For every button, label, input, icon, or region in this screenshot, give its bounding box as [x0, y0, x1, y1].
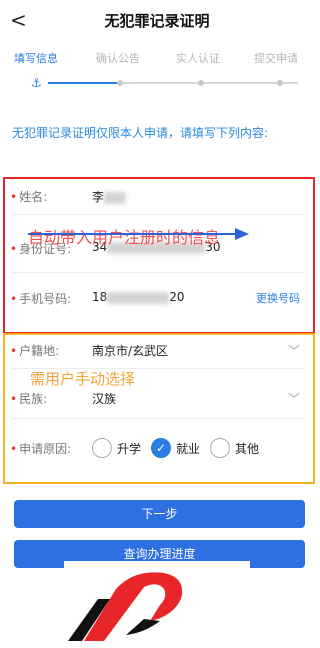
top-bar: < 无犯罪记录证明 [0, 0, 314, 40]
step-submit: 提交申请 [254, 52, 298, 65]
auto-fill-annotation: 自动带入用户注册时的信息 [28, 228, 221, 247]
reason-label: • 申请原因: [10, 442, 72, 456]
arrow-right-icon [235, 228, 249, 240]
current-step-marker-icon: ⚓ [31, 76, 42, 90]
household-value[interactable]: 南京市/玄武区 [92, 342, 168, 359]
name-label: • 姓名: [10, 190, 48, 204]
step-track-active [48, 82, 118, 84]
divider [12, 418, 306, 419]
brand-logo-icon [68, 572, 183, 641]
manual-select-annotation: 需用户手动选择 [30, 370, 136, 388]
step-identity-verify: 实人认证 [176, 52, 220, 65]
divider [12, 272, 306, 273]
step-dot [198, 80, 204, 86]
step-dot [117, 80, 123, 86]
step-track-inactive [118, 82, 298, 84]
notice-text: 无犯罪记录证明仅限本人申请，请填写下列内容: [12, 126, 269, 140]
phone-value: 18 20 [92, 290, 185, 304]
phone-label: • 手机号码: [10, 292, 72, 306]
step-dot [277, 80, 283, 86]
next-button[interactable]: 下一步 [14, 500, 305, 528]
page-title: 无犯罪记录证明 [104, 12, 210, 30]
chevron-down-icon[interactable]: ﹀ [288, 342, 300, 359]
divider [12, 214, 306, 215]
change-phone-link[interactable]: 更换号码 [256, 290, 300, 306]
radio-employment-checked[interactable]: ✓ [151, 438, 171, 458]
check-icon: ✓ [155, 441, 167, 455]
step-fill-info[interactable]: 填写信息 [14, 50, 58, 66]
radio-employment-label[interactable]: 就业 [176, 440, 200, 457]
name-value: 李 [92, 188, 127, 205]
radio-other[interactable] [210, 438, 230, 458]
ethnicity-value[interactable]: 汉族 [92, 390, 116, 407]
logo-area [64, 561, 250, 644]
ethnicity-label: • 民族: [10, 392, 48, 406]
radio-other-label[interactable]: 其他 [235, 440, 259, 457]
radio-study[interactable] [92, 438, 112, 458]
chevron-down-icon[interactable]: ﹀ [288, 390, 300, 407]
step-indicator: 填写信息 确认公告 实人认证 提交申请 [0, 44, 314, 74]
household-label: • 户籍地: [10, 344, 60, 358]
annotation-arrow-line [28, 233, 236, 235]
step-confirm-notice: 确认公告 [96, 52, 140, 65]
radio-study-label[interactable]: 升学 [117, 440, 141, 457]
